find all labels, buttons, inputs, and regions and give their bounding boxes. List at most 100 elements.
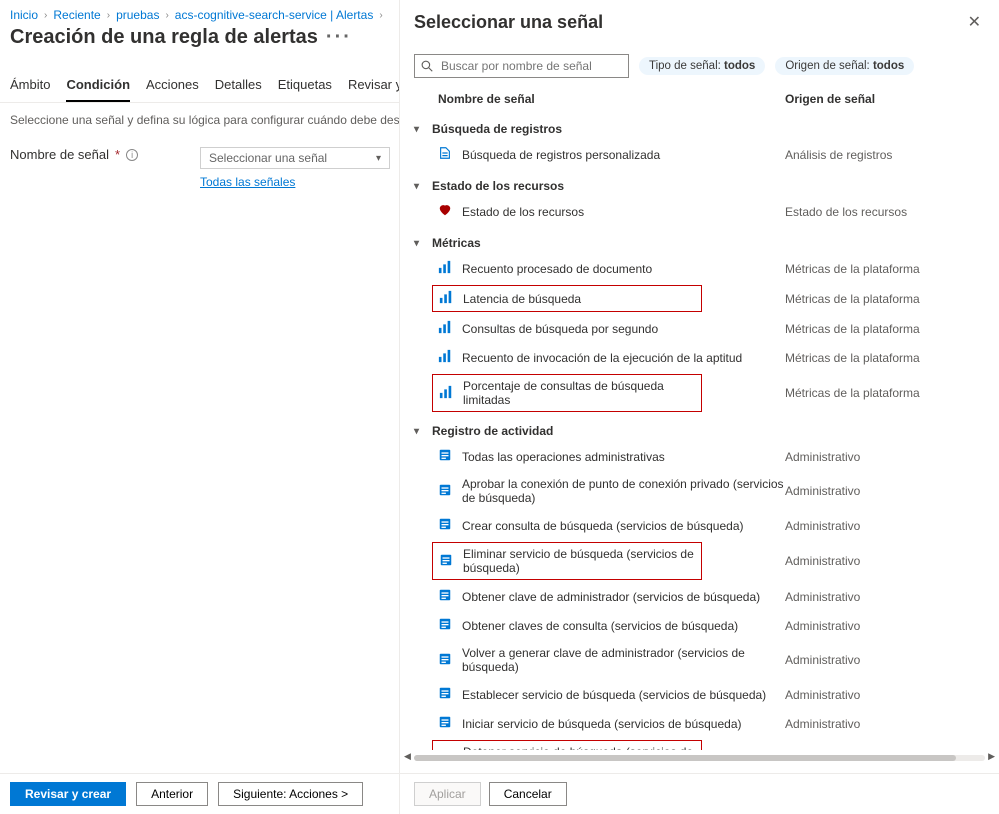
breadcrumb-item[interactable]: acs-cognitive-search-service | Alertas <box>175 8 374 22</box>
signal-origin: Administrativo <box>785 688 985 702</box>
signal-name: Obtener clave de administrador (servicio… <box>462 590 760 604</box>
signal-name: Detener servicio de búsqueda (servicios … <box>463 745 695 750</box>
signal-name: Consultas de búsqueda por segundo <box>462 322 658 336</box>
metric-icon <box>438 349 452 366</box>
cancel-button[interactable]: Cancelar <box>489 782 567 806</box>
signal-name: Iniciar servicio de búsqueda (servicios … <box>462 717 742 731</box>
info-icon[interactable]: i <box>126 149 138 161</box>
log-icon <box>438 146 452 163</box>
chevron-down-icon: ▾ <box>376 153 381 164</box>
signal-row[interactable]: Obtener clave de administrador (servicio… <box>414 582 985 611</box>
breadcrumb-item[interactable]: pruebas <box>116 8 159 22</box>
signal-row[interactable]: Eliminar servicio de búsqueda (servicios… <box>414 540 985 582</box>
signal-origin: Administrativo <box>785 484 985 498</box>
activity-icon <box>438 652 452 669</box>
signal-row[interactable]: Iniciar servicio de búsqueda (servicios … <box>414 709 985 738</box>
horizontal-scrollbar[interactable]: ◀ ▶ <box>414 752 985 764</box>
all-signals-link[interactable]: Todas las señales <box>200 175 390 189</box>
signal-row[interactable]: Recuento procesado de documento Métricas … <box>414 254 985 283</box>
metric-icon <box>438 320 452 337</box>
signal-row[interactable]: Latencia de búsqueda Métricas de la plata… <box>414 283 985 314</box>
signal-origin: Administrativo <box>785 519 985 533</box>
activity-icon <box>438 686 452 703</box>
signal-row[interactable]: Todas las operaciones administrativas Adm… <box>414 442 985 471</box>
chevron-right-icon: › <box>379 10 382 21</box>
signal-row[interactable]: Obtener claves de consulta (servicios de… <box>414 611 985 640</box>
signal-name: Recuento de invocación de la ejecución d… <box>462 351 742 365</box>
signal-origin: Métricas de la plataforma <box>785 322 985 336</box>
signal-row[interactable]: Volver a generar clave de administrador … <box>414 640 985 680</box>
signal-origin: Administrativo <box>785 590 985 604</box>
signal-row[interactable]: Búsqueda de registros personalizadaAnáli… <box>414 140 985 169</box>
signal-name: Recuento procesado de documento <box>462 262 652 276</box>
signal-list[interactable]: ▾Búsqueda de registrosBúsqueda de regist… <box>400 112 999 750</box>
signal-name: Eliminar servicio de búsqueda (servicios… <box>463 547 695 575</box>
signal-origin: Administrativo <box>785 450 985 464</box>
signal-row[interactable]: Estado de los recursos Estado de los recu… <box>414 197 985 226</box>
signal-search-box[interactable] <box>414 54 629 78</box>
signal-name: Porcentaje de consultas de búsqueda limi… <box>463 379 695 407</box>
signal-name: Obtener claves de consulta (servicios de… <box>462 619 738 633</box>
breadcrumb-item[interactable]: Inicio <box>10 8 38 22</box>
tab-etiquetas[interactable]: Etiquetas <box>278 77 332 102</box>
tab-acciones[interactable]: Acciones <box>146 77 199 102</box>
review-create-button[interactable]: Revisar y crear <box>10 782 126 806</box>
tab-detalles[interactable]: Detalles <box>215 77 262 102</box>
signal-origin: Métricas de la plataforma <box>785 386 985 400</box>
activity-icon <box>438 617 452 634</box>
signal-name: Crear consulta de búsqueda (servicios de… <box>462 519 744 533</box>
signal-type-pill[interactable]: Tipo de señal: todos <box>639 57 765 75</box>
signal-group[interactable]: ▾Estado de los recursos <box>414 169 985 197</box>
signal-origin-pill[interactable]: Origen de señal: todos <box>775 57 914 75</box>
select-signal-panel: Seleccionar una señal ✕ Tipo de señal: t… <box>399 0 999 814</box>
chevron-right-icon: › <box>165 10 168 21</box>
signal-group[interactable]: ▾Búsqueda de registros <box>414 112 985 140</box>
signal-name-select[interactable]: Seleccionar una señal ▾ <box>200 147 390 169</box>
signal-row[interactable]: Detener servicio de búsqueda (servicios … <box>414 738 985 750</box>
signal-name: Búsqueda de registros personalizada <box>462 148 660 162</box>
close-icon[interactable]: ✕ <box>964 8 985 36</box>
signal-origin: Métricas de la plataforma <box>785 262 985 276</box>
signal-row[interactable]: Consultas de búsqueda por segundo Métrica… <box>414 314 985 343</box>
more-icon[interactable]: ··· <box>326 26 352 48</box>
metric-icon <box>439 385 453 402</box>
signal-origin: Administrativo <box>785 717 985 731</box>
signal-row[interactable]: Recuento de invocación de la ejecución d… <box>414 343 985 372</box>
signal-row[interactable]: Crear consulta de búsqueda (servicios de… <box>414 511 985 540</box>
previous-button[interactable]: Anterior <box>136 782 208 806</box>
chevron-down-icon: ▾ <box>414 238 424 249</box>
signal-name: Todas las operaciones administrativas <box>462 450 665 464</box>
signal-group[interactable]: ▾Métricas <box>414 226 985 254</box>
signal-name-label: Nombre de señal* i <box>10 147 190 162</box>
activity-icon <box>438 517 452 534</box>
signal-origin: Administrativo <box>785 653 985 667</box>
chevron-left-icon[interactable]: ◀ <box>404 751 411 762</box>
chevron-right-icon[interactable]: ▶ <box>988 751 995 762</box>
apply-button[interactable]: Aplicar <box>414 782 481 806</box>
signal-name: Volver a generar clave de administrador … <box>462 646 785 674</box>
signal-origin: Métricas de la plataforma <box>785 292 985 306</box>
signal-row[interactable]: Establecer servicio de búsqueda (servici… <box>414 680 985 709</box>
signal-name: Establecer servicio de búsqueda (servici… <box>462 688 766 702</box>
signal-origin: Administrativo <box>785 554 985 568</box>
tab-condici-n[interactable]: Condición <box>66 77 130 102</box>
chevron-down-icon: ▾ <box>414 426 424 437</box>
signal-row[interactable]: Aprobar la conexión de punto de conexión… <box>414 471 985 511</box>
signal-origin: Estado de los recursos <box>785 205 985 219</box>
signal-search-input[interactable] <box>439 58 622 74</box>
signal-name: Estado de los recursos <box>462 205 584 219</box>
signal-row[interactable]: Porcentaje de consultas de búsqueda limi… <box>414 372 985 414</box>
activity-icon <box>438 588 452 605</box>
breadcrumb-item[interactable]: Reciente <box>53 8 100 22</box>
activity-icon <box>438 483 452 500</box>
next-actions-button[interactable]: Siguiente: Acciones > <box>218 782 363 806</box>
chevron-down-icon: ▾ <box>414 181 424 192</box>
signal-name: Latencia de búsqueda <box>463 292 581 306</box>
chevron-right-icon: › <box>44 10 47 21</box>
tab--mbito[interactable]: Ámbito <box>10 77 50 102</box>
signal-group[interactable]: ▾Registro de actividad <box>414 414 985 442</box>
activity-icon <box>438 715 452 732</box>
activity-icon <box>438 448 452 465</box>
panel-title: Seleccionar una señal <box>414 12 603 33</box>
activity-icon <box>439 553 453 570</box>
